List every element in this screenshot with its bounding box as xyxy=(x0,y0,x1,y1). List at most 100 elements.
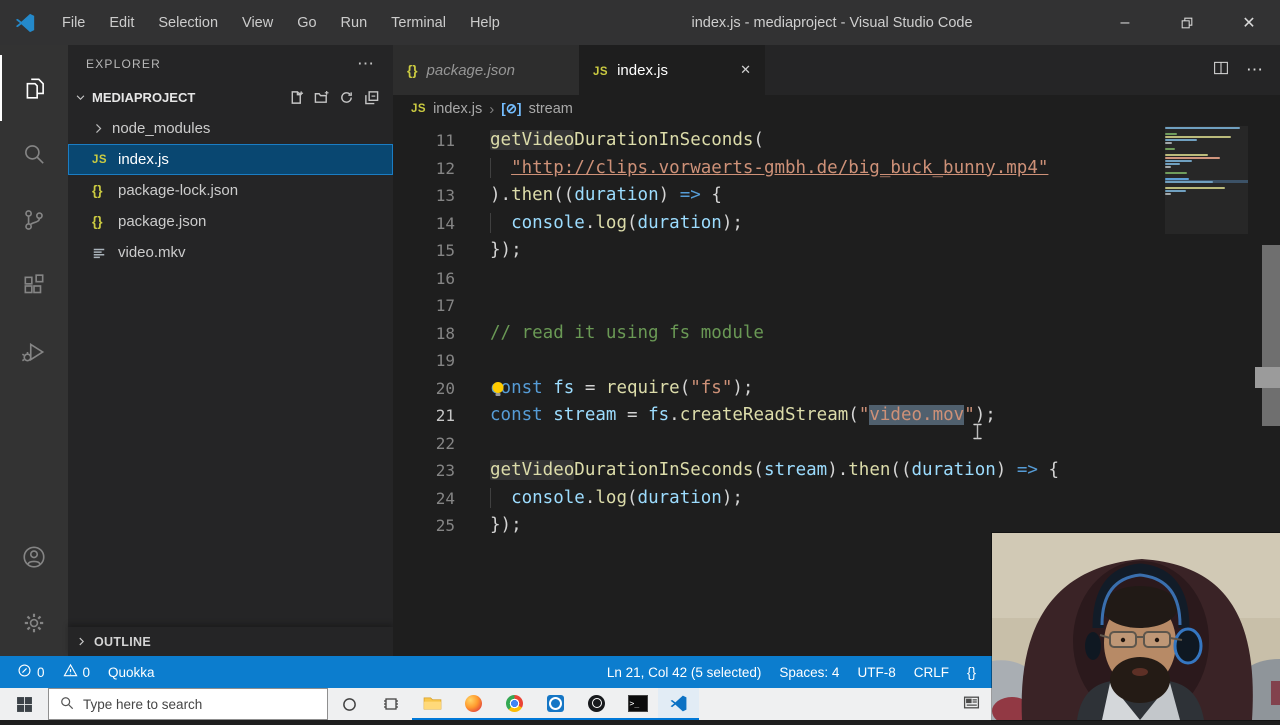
file-item-video.mkv[interactable]: video.mkv xyxy=(68,237,393,268)
status-item[interactable]: Spaces: 4 xyxy=(770,656,848,688)
obs-taskbar-icon[interactable] xyxy=(576,688,617,720)
menu-help[interactable]: Help xyxy=(458,0,512,45)
split-editor-icon[interactable] xyxy=(1212,59,1230,82)
status-problems[interactable]: 0 xyxy=(8,656,54,688)
status-item[interactable]: {} xyxy=(958,656,985,688)
status-item[interactable]: Ln 21, Col 42 (5 selected) xyxy=(598,656,771,688)
code-line-21[interactable]: 21 const stream = fs.createReadStream("vi… xyxy=(393,402,1280,430)
code-line-16[interactable]: 16 xyxy=(393,265,1280,293)
lightbulb-icon[interactable] xyxy=(489,380,507,398)
menu-bar: File Edit Selection View Go Run Terminal Help xyxy=(50,0,512,45)
file-item-node_modules[interactable]: node_modules xyxy=(68,113,393,144)
status-label: CRLF xyxy=(913,664,949,680)
close-tab-icon[interactable]: ✕ xyxy=(740,62,751,78)
scrollbar-track[interactable] xyxy=(1262,245,1280,426)
file-label: index.js xyxy=(118,151,169,168)
code-line-12[interactable]: 12 "http://clips.vorwaerts-gmbh.de/big_b… xyxy=(393,155,1280,183)
code-line-17[interactable]: 17 xyxy=(393,292,1280,320)
activity-bar xyxy=(0,45,68,656)
tab-label: package.json xyxy=(426,61,515,79)
line-number: 11 xyxy=(435,131,455,150)
cortana-icon[interactable] xyxy=(328,688,370,720)
new-file-icon[interactable] xyxy=(289,90,304,105)
media-app-taskbar-icon[interactable] xyxy=(535,688,576,720)
file-explorer-taskbar-icon[interactable] xyxy=(412,688,453,720)
menu-file[interactable]: File xyxy=(50,0,97,45)
run-debug-icon[interactable] xyxy=(1,319,67,385)
editor-more-actions-icon[interactable]: ⋯ xyxy=(1246,60,1264,80)
breadcrumb-symbol[interactable]: stream xyxy=(529,101,573,117)
source-control-icon[interactable] xyxy=(1,187,67,253)
minimize-button[interactable]: – xyxy=(1094,0,1156,45)
scrollbar-thumb[interactable] xyxy=(1255,367,1280,388)
warning-triangle-icon xyxy=(62,663,78,681)
refresh-icon[interactable] xyxy=(339,90,354,105)
news-widget-icon[interactable] xyxy=(963,694,980,716)
vscode-logo-icon xyxy=(0,12,50,34)
menu-terminal[interactable]: Terminal xyxy=(379,0,458,45)
tab-index.js[interactable]: JS index.js ✕ xyxy=(579,45,765,95)
status-problems[interactable]: 0 xyxy=(54,656,100,688)
code-line-13[interactable]: 13).then((duration) => { xyxy=(393,182,1280,210)
code-line-20[interactable]: 20 const fs = require("fs"); xyxy=(393,375,1280,403)
js-file-icon: JS xyxy=(593,65,609,78)
tab-package.json[interactable]: {} package.json xyxy=(393,45,579,95)
line-number: 18 xyxy=(435,323,455,343)
breadcrumb-file[interactable]: index.js xyxy=(433,101,482,117)
file-item-index.js[interactable]: JS index.js xyxy=(68,144,393,175)
vscode-window: File Edit Selection View Go Run Terminal Help i… xyxy=(0,0,1280,725)
status-item[interactable]: CRLF xyxy=(905,656,958,688)
sidebar-title: EXPLORER xyxy=(86,56,161,71)
code-text: const fs = require("fs"); xyxy=(490,377,754,398)
code-line-14[interactable]: 14 console.log(duration); xyxy=(393,210,1280,238)
collapse-all-icon[interactable] xyxy=(364,90,379,105)
code-line-23[interactable]: 23 getVideoDurationInSeconds(stream).then… xyxy=(393,457,1280,485)
status-item[interactable]: UTF-8 xyxy=(848,656,904,688)
account-icon[interactable] xyxy=(1,524,67,590)
menu-edit[interactable]: Edit xyxy=(97,0,146,45)
json-file-icon: {} xyxy=(407,62,418,78)
project-section-header[interactable]: MEDIAPROJECT xyxy=(68,82,393,113)
vscode-taskbar-icon[interactable] xyxy=(658,688,699,720)
menu-run[interactable]: Run xyxy=(329,0,380,45)
chevron-down-icon xyxy=(68,92,92,103)
command-prompt-taskbar-icon[interactable]: >_ xyxy=(617,688,658,720)
start-button[interactable] xyxy=(0,688,48,720)
code-line-11[interactable]: 11 getVideoDurationInSeconds( xyxy=(393,127,1280,155)
file-label: package-lock.json xyxy=(118,182,239,199)
new-folder-icon[interactable] xyxy=(314,90,329,105)
sidebar-more-icon[interactable]: ⋯ xyxy=(357,54,375,74)
file-item-package-lock.json[interactable]: {} package-lock.json xyxy=(68,175,393,206)
code-line-24[interactable]: 24 console.log(duration); xyxy=(393,485,1280,513)
line-number: 21 xyxy=(435,406,455,425)
symbol-variable-icon: [⊘] xyxy=(501,101,522,116)
code-text: console.log(duration); xyxy=(490,210,743,238)
task-view-icon[interactable] xyxy=(370,688,412,720)
explorer-icon[interactable] xyxy=(0,55,68,121)
status-label: UTF-8 xyxy=(857,664,896,680)
taskbar-search-box[interactable]: Type here to search xyxy=(48,688,328,720)
code-line-18[interactable]: 18 // read it using fs module xyxy=(393,320,1280,348)
code-line-19[interactable]: 19 xyxy=(393,347,1280,375)
menu-go[interactable]: Go xyxy=(285,0,328,45)
extensions-icon[interactable] xyxy=(1,253,67,319)
restore-button[interactable] xyxy=(1156,0,1218,45)
status-quokka[interactable]: Quokka xyxy=(99,656,164,688)
code-text: }); xyxy=(490,240,522,260)
line-number: 19 xyxy=(435,351,455,370)
chrome-taskbar-icon[interactable] xyxy=(494,688,535,720)
menu-selection[interactable]: Selection xyxy=(146,0,230,45)
outline-label: OUTLINE xyxy=(94,634,151,649)
file-label: video.mkv xyxy=(118,244,186,261)
search-icon[interactable] xyxy=(1,121,67,187)
file-item-package.json[interactable]: {} package.json xyxy=(68,206,393,237)
firefox-taskbar-icon[interactable] xyxy=(453,688,494,720)
json-file-icon: {} xyxy=(92,214,103,229)
code-line-15[interactable]: 15}); xyxy=(393,237,1280,265)
menu-view[interactable]: View xyxy=(230,0,285,45)
close-button[interactable]: ✕ xyxy=(1218,0,1280,45)
settings-icon[interactable] xyxy=(1,590,67,656)
minimap-slider[interactable] xyxy=(1165,126,1248,234)
outline-section-header[interactable]: OUTLINE xyxy=(68,627,393,656)
code-line-22[interactable]: 22 xyxy=(393,430,1280,458)
